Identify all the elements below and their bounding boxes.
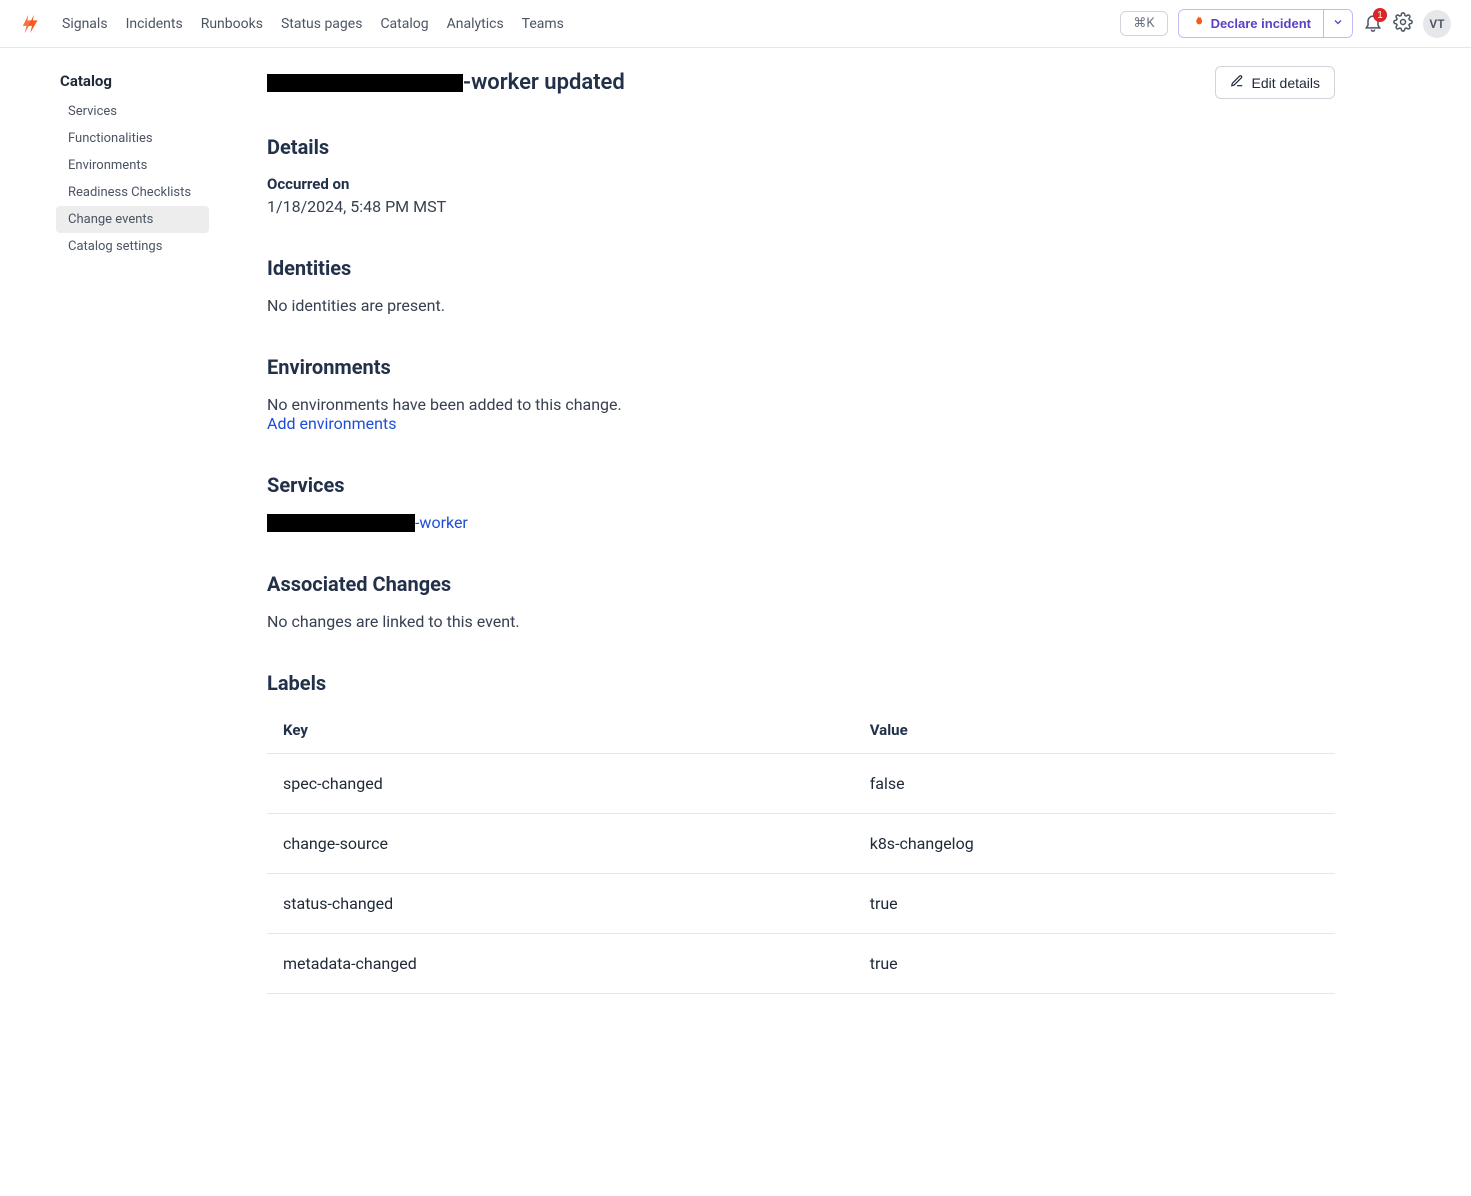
declare-incident-group: Declare incident [1178,9,1353,38]
declare-incident-caret[interactable] [1323,10,1352,37]
sidebar-item-functionalities[interactable]: Functionalities [0,125,215,152]
label-key: change-source [267,814,854,874]
identities-heading: Identities [267,256,1335,280]
sidebar-item-catalog-settings[interactable]: Catalog settings [0,233,215,260]
environments-heading: Environments [267,355,1335,379]
labels-table: Key Value spec-changed false change-sour… [267,711,1335,994]
associated-changes-empty: No changes are linked to this event. [267,612,1335,631]
nav-link-runbooks[interactable]: Runbooks [201,16,263,32]
nav-link-catalog[interactable]: Catalog [380,16,428,32]
section-associated-changes: Associated Changes No changes are linked… [267,572,1335,631]
add-environments-link[interactable]: Add environments [267,414,396,433]
command-k-button[interactable]: ⌘K [1120,11,1167,36]
avatar[interactable]: VT [1423,10,1451,38]
main-layout: Catalog Services Functionalities Environ… [0,48,1471,1094]
section-identities: Identities No identities are present. [267,256,1335,315]
pencil-icon [1230,74,1244,91]
section-details: Details Occurred on 1/18/2024, 5:48 PM M… [267,135,1335,216]
section-environments: Environments No environments have been a… [267,355,1335,433]
table-row: status-changed true [267,874,1335,934]
declare-incident-label: Declare incident [1211,16,1311,31]
nav-link-signals[interactable]: Signals [62,16,108,32]
page-title-wrap: -worker updated [267,70,625,95]
section-labels: Labels Key Value spec-changed false chan… [267,671,1335,994]
nav-right: ⌘K Declare incident 1 [1120,9,1451,38]
settings-button[interactable] [1393,12,1413,35]
content: -worker updated Edit details Details Occ… [215,48,1395,1094]
nav-link-teams[interactable]: Teams [522,16,564,32]
redacted-service-prefix [267,514,415,532]
labels-heading: Labels [267,671,1335,695]
section-services: Services -worker [267,473,1335,532]
details-heading: Details [267,135,1335,159]
occurred-on-label: Occurred on [267,175,1335,193]
fire-icon [1191,15,1205,32]
label-key: status-changed [267,874,854,934]
environments-empty: No environments have been added to this … [267,395,1335,414]
label-value: false [854,754,1335,814]
table-row: spec-changed false [267,754,1335,814]
notification-badge: 1 [1373,8,1387,22]
table-row: change-source k8s-changelog [267,814,1335,874]
nav-links: Signals Incidents Runbooks Status pages … [62,16,564,32]
sidebar-heading: Catalog [0,72,215,98]
labels-col-key: Key [267,711,854,754]
services-heading: Services [267,473,1335,497]
notifications-button[interactable]: 1 [1363,12,1383,35]
nav-link-status-pages[interactable]: Status pages [281,16,363,32]
logo[interactable] [20,12,44,36]
identities-empty: No identities are present. [267,296,1335,315]
edit-details-label: Edit details [1252,75,1320,91]
sidebar-item-readiness-checklists[interactable]: Readiness Checklists [0,179,215,206]
nav-link-incidents[interactable]: Incidents [126,16,183,32]
service-link[interactable]: -worker [415,513,468,532]
declare-incident-button[interactable]: Declare incident [1179,10,1323,37]
redacted-title-prefix [267,74,463,92]
edit-details-button[interactable]: Edit details [1215,66,1335,99]
labels-col-value: Value [854,711,1335,754]
page-title: -worker updated [463,70,625,95]
chevron-down-icon [1332,16,1344,31]
sidebar-item-environments[interactable]: Environments [0,152,215,179]
associated-changes-heading: Associated Changes [267,572,1335,596]
top-nav: Signals Incidents Runbooks Status pages … [0,0,1471,48]
nav-link-analytics[interactable]: Analytics [447,16,504,32]
service-item: -worker [267,513,1335,532]
label-key: spec-changed [267,754,854,814]
page-header: -worker updated Edit details [267,66,1335,99]
sidebar-item-services[interactable]: Services [0,98,215,125]
label-value: true [854,934,1335,994]
label-value: k8s-changelog [854,814,1335,874]
table-row: metadata-changed true [267,934,1335,994]
label-value: true [854,874,1335,934]
sidebar: Catalog Services Functionalities Environ… [0,48,215,1094]
sidebar-item-change-events[interactable]: Change events [56,206,209,233]
occurred-on-value: 1/18/2024, 5:48 PM MST [267,197,1335,216]
gear-icon [1393,12,1413,35]
label-key: metadata-changed [267,934,854,994]
